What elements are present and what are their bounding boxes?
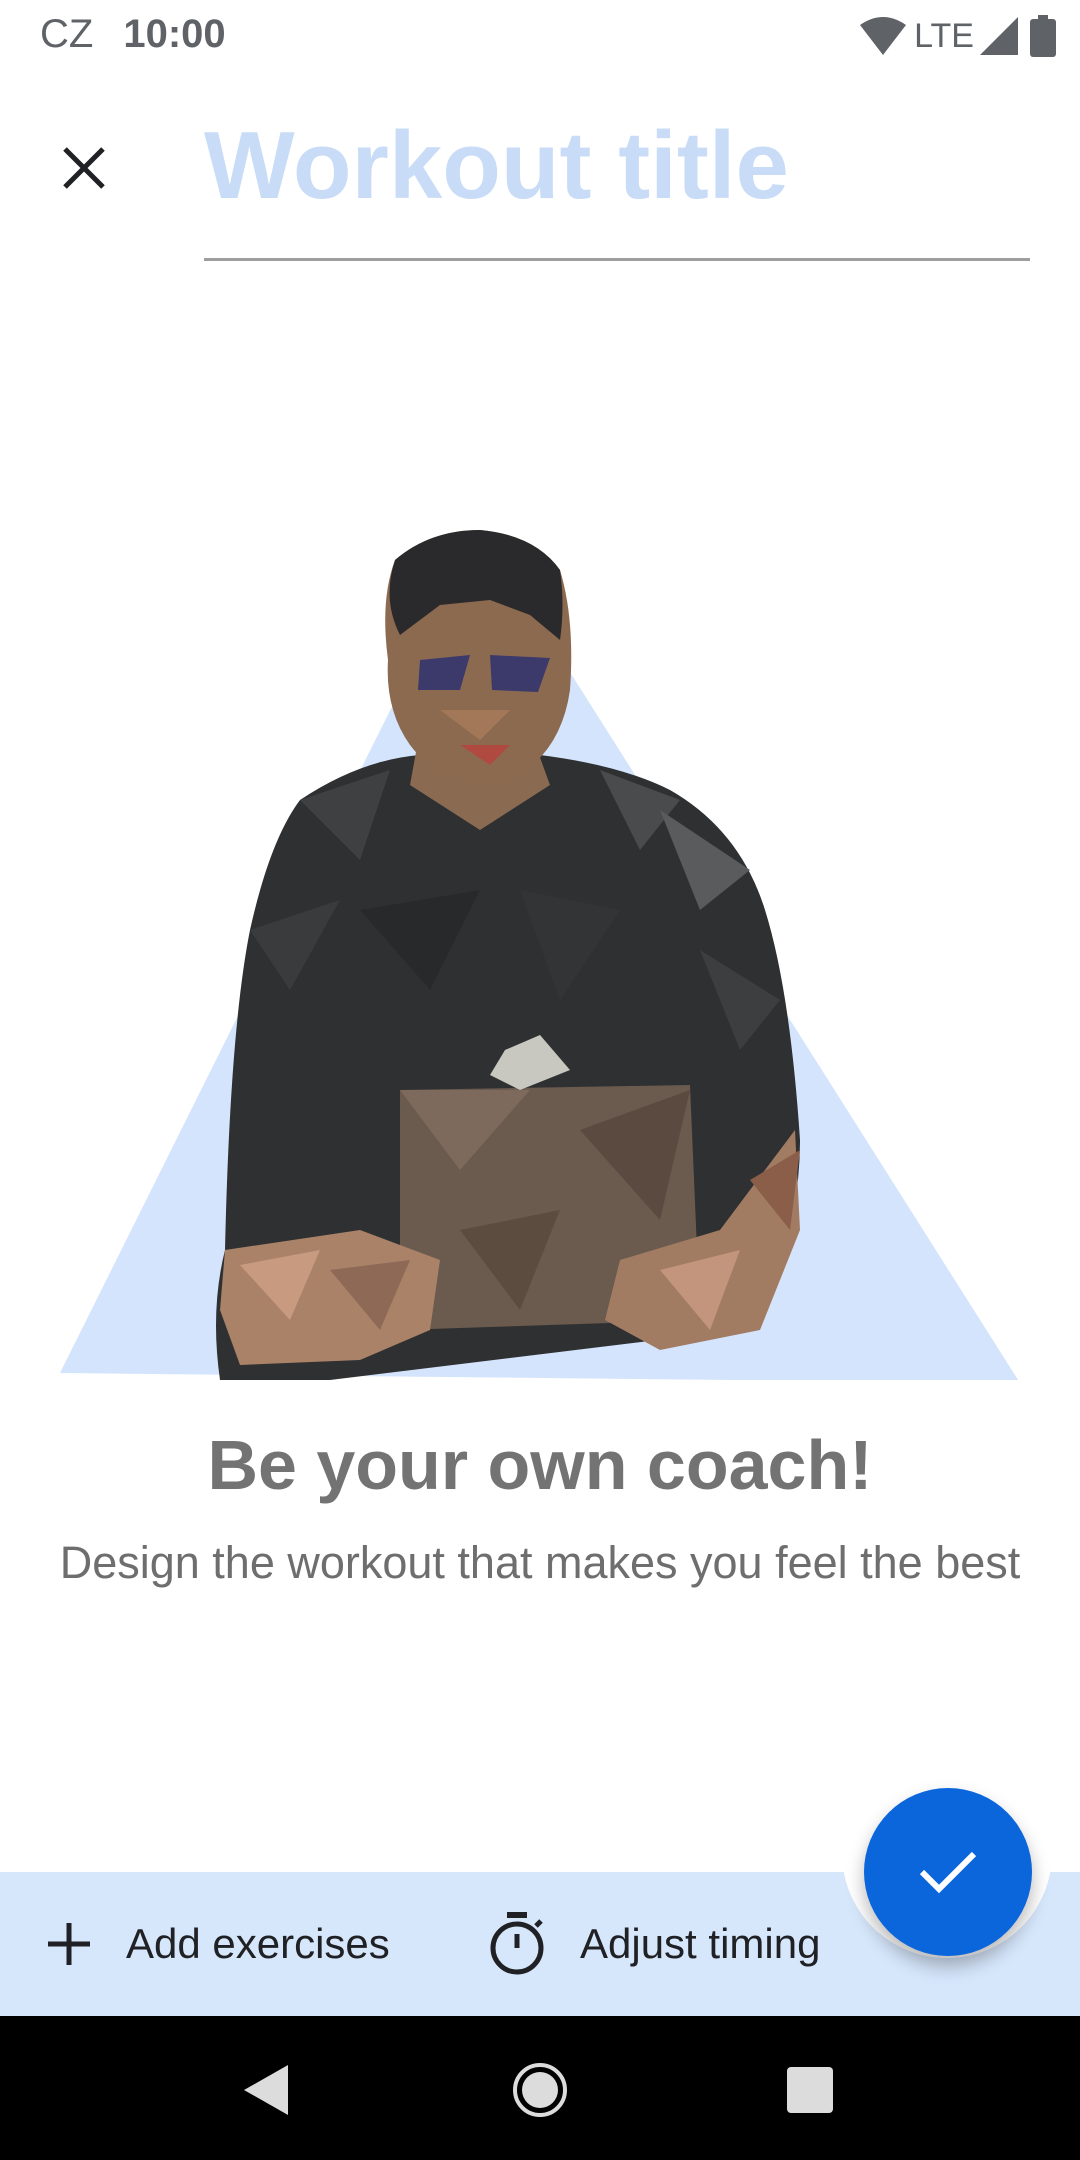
- battery-icon: [1030, 15, 1056, 57]
- back-button[interactable]: [216, 2040, 316, 2140]
- recents-button[interactable]: [760, 2040, 860, 2140]
- status-right: LTE: [860, 14, 1056, 58]
- workout-editor-screen: CZ 10:00 LTE Workout title Be your own c…: [0, 0, 1080, 2160]
- back-icon: [244, 2065, 288, 2115]
- add-exercises-label: Add exercises: [126, 1920, 390, 1967]
- status-left: CZ 10:00: [40, 12, 226, 57]
- signal-icon: [980, 17, 1018, 55]
- close-button[interactable]: [44, 128, 124, 208]
- wifi-icon: [860, 17, 907, 55]
- empty-state-headline: Be your own coach!: [207, 1426, 873, 1504]
- plus-icon: [46, 1921, 92, 1967]
- recents-icon: [787, 2067, 833, 2113]
- workout-title-placeholder: Workout title: [204, 112, 789, 219]
- empty-state-subline: Design the workout that makes you feel t…: [59, 1537, 1021, 1588]
- carrier-label: CZ: [40, 12, 94, 56]
- clock: 10:00: [123, 12, 226, 56]
- status-bar: CZ 10:00 LTE: [0, 0, 1080, 72]
- add-exercises-button[interactable]: Add exercises: [46, 1872, 390, 2016]
- adjust-timing-button[interactable]: Adjust timing: [488, 1872, 820, 2016]
- coach-illustration: [60, 530, 1019, 1380]
- adjust-timing-label: Adjust timing: [580, 1920, 821, 1967]
- stopwatch-icon: [488, 1912, 546, 1976]
- workout-title-input[interactable]: Workout title: [204, 108, 1030, 261]
- save-workout-fab[interactable]: [864, 1788, 1032, 1956]
- close-icon: [63, 147, 105, 189]
- network-type: LTE: [914, 16, 974, 55]
- check-icon: [919, 1851, 977, 1894]
- home-icon: [513, 2063, 567, 2117]
- home-button[interactable]: [490, 2040, 590, 2140]
